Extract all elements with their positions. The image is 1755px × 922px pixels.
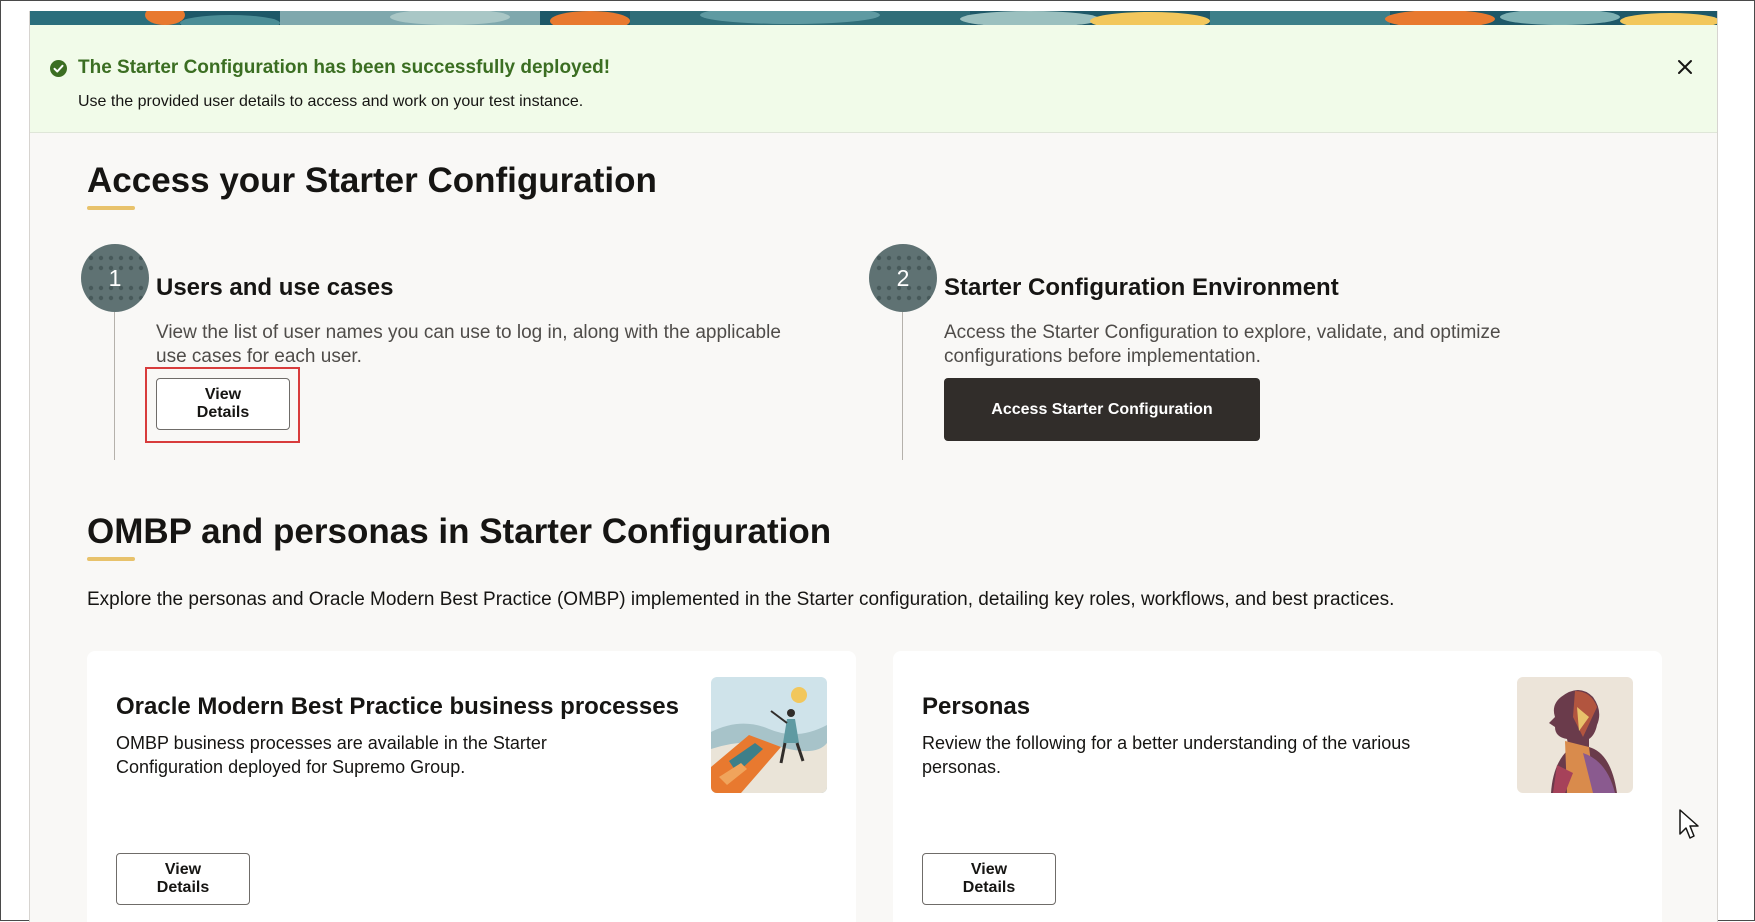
ombp-card: Oracle Modern Best Practice business pro… [87,651,856,922]
page-container: The Starter Configuration has been succe… [29,11,1718,922]
step-1-number: 1 [108,264,122,291]
persona-illustration [1517,677,1633,793]
personas-card-description: Review the following for a better unders… [922,733,1411,777]
step-2-connector [902,312,903,460]
step-2-description: Access the Starter Configuration to expl… [944,322,1501,367]
ombp-section-title: OMBP and personas in Starter Configurati… [87,512,832,551]
step-1-badge: 1 [81,244,149,312]
access-starter-configuration-button[interactable]: Access Starter Configuration [944,378,1260,441]
success-toast: The Starter Configuration has been succe… [30,25,1717,133]
title-underline [87,206,135,210]
banner-illustration [30,11,1717,25]
check-circle-icon [50,60,67,77]
business-process-illustration [711,677,827,793]
step-1-title: Users and use cases [156,274,394,301]
close-toast-button[interactable] [1673,55,1697,79]
view-details-personas-button[interactable]: View Details [922,853,1056,905]
ombp-intro: Explore the personas and Oracle Modern B… [87,589,1395,610]
step-2-title: Starter Configuration Environment [944,274,1339,301]
title-underline [87,557,135,561]
view-details-ombp-button[interactable]: View Details [116,853,250,905]
toast-message: Use the provided user details to access … [78,93,584,110]
ombp-card-description: OMBP business processes are available in… [116,733,547,777]
personas-card-title: Personas [922,693,1031,720]
personas-card: Personas Review the following for a bett… [893,651,1662,922]
step-1-description: View the list of user names you can use … [156,322,781,367]
step-2-number: 2 [896,264,910,291]
ombp-card-title: Oracle Modern Best Practice business pro… [116,693,679,720]
screen-frame: The Starter Configuration has been succe… [0,0,1755,922]
mouse-cursor-icon [1679,809,1699,839]
step-2-badge: 2 [869,244,937,312]
toast-title: The Starter Configuration has been succe… [78,57,611,78]
view-details-users-button[interactable]: View Details [156,378,290,430]
access-section-title: Access your Starter Configuration [87,161,657,200]
close-icon [1678,60,1692,74]
step-1-connector [114,312,115,460]
